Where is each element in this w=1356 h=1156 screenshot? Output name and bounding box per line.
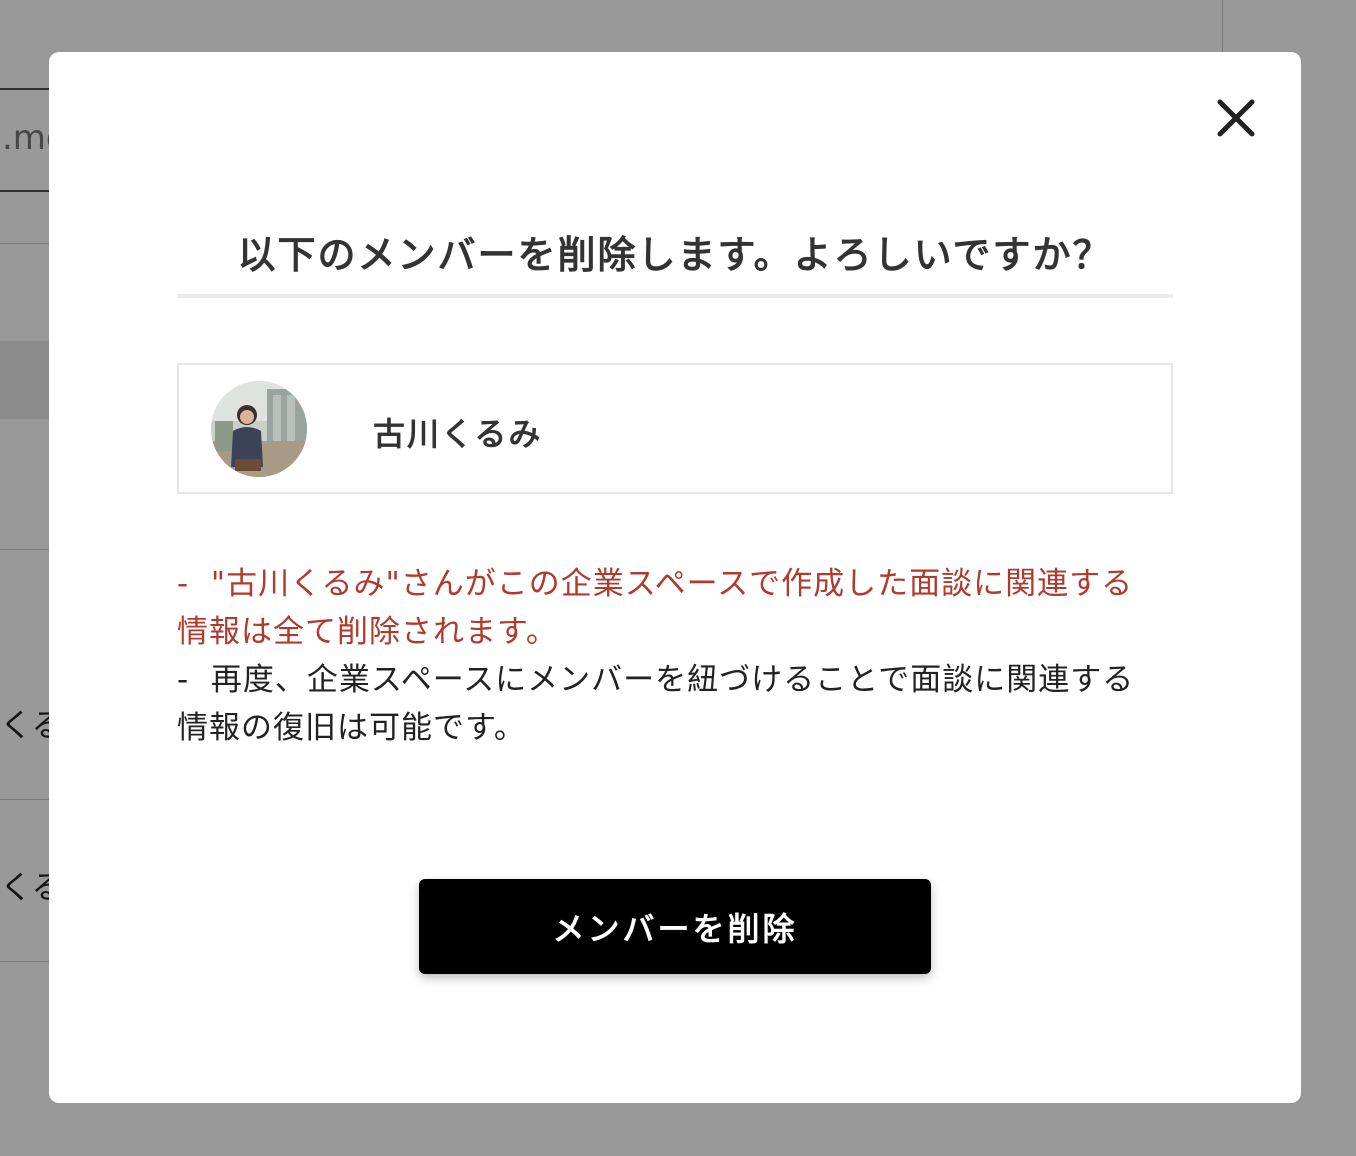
warning-note-line: - "古川くるみ"さんがこの企業スペースで作成した面談に関連する (177, 566, 1134, 602)
member-name: 古川くるみ (373, 415, 543, 453)
warning-note: - "古川くるみ"さんがこの企業スペースで作成した面談に関連する 情報は全て削除… (177, 560, 1177, 656)
close-button[interactable] (1210, 92, 1262, 144)
avatar (211, 381, 307, 477)
delete-member-button[interactable]: メンバーを削除 (419, 879, 931, 974)
modal-title: 以下のメンバーを削除します。よろしいですか？ (237, 233, 1113, 277)
title-divider (177, 294, 1173, 298)
delete-member-modal: 以下のメンバーを削除します。よろしいですか？ 古川くるみ - "古川くるみ"さん… (49, 52, 1301, 1103)
close-icon (1217, 99, 1255, 137)
member-card: 古川くるみ (177, 363, 1173, 494)
info-note-line: 情報の復旧は可能です。 (177, 710, 526, 746)
warning-note-line: 情報は全て削除されます。 (177, 614, 558, 650)
info-note-line: - 再度、企業スペースにメンバーを紐づけることで面談に関連する (177, 662, 1135, 698)
deletion-notes: - "古川くるみ"さんがこの企業スペースで作成した面談に関連する 情報は全て削除… (177, 560, 1177, 752)
info-note: - 再度、企業スペースにメンバーを紐づけることで面談に関連する 情報の復旧は可能… (177, 656, 1177, 752)
avatar-photo (211, 381, 307, 477)
